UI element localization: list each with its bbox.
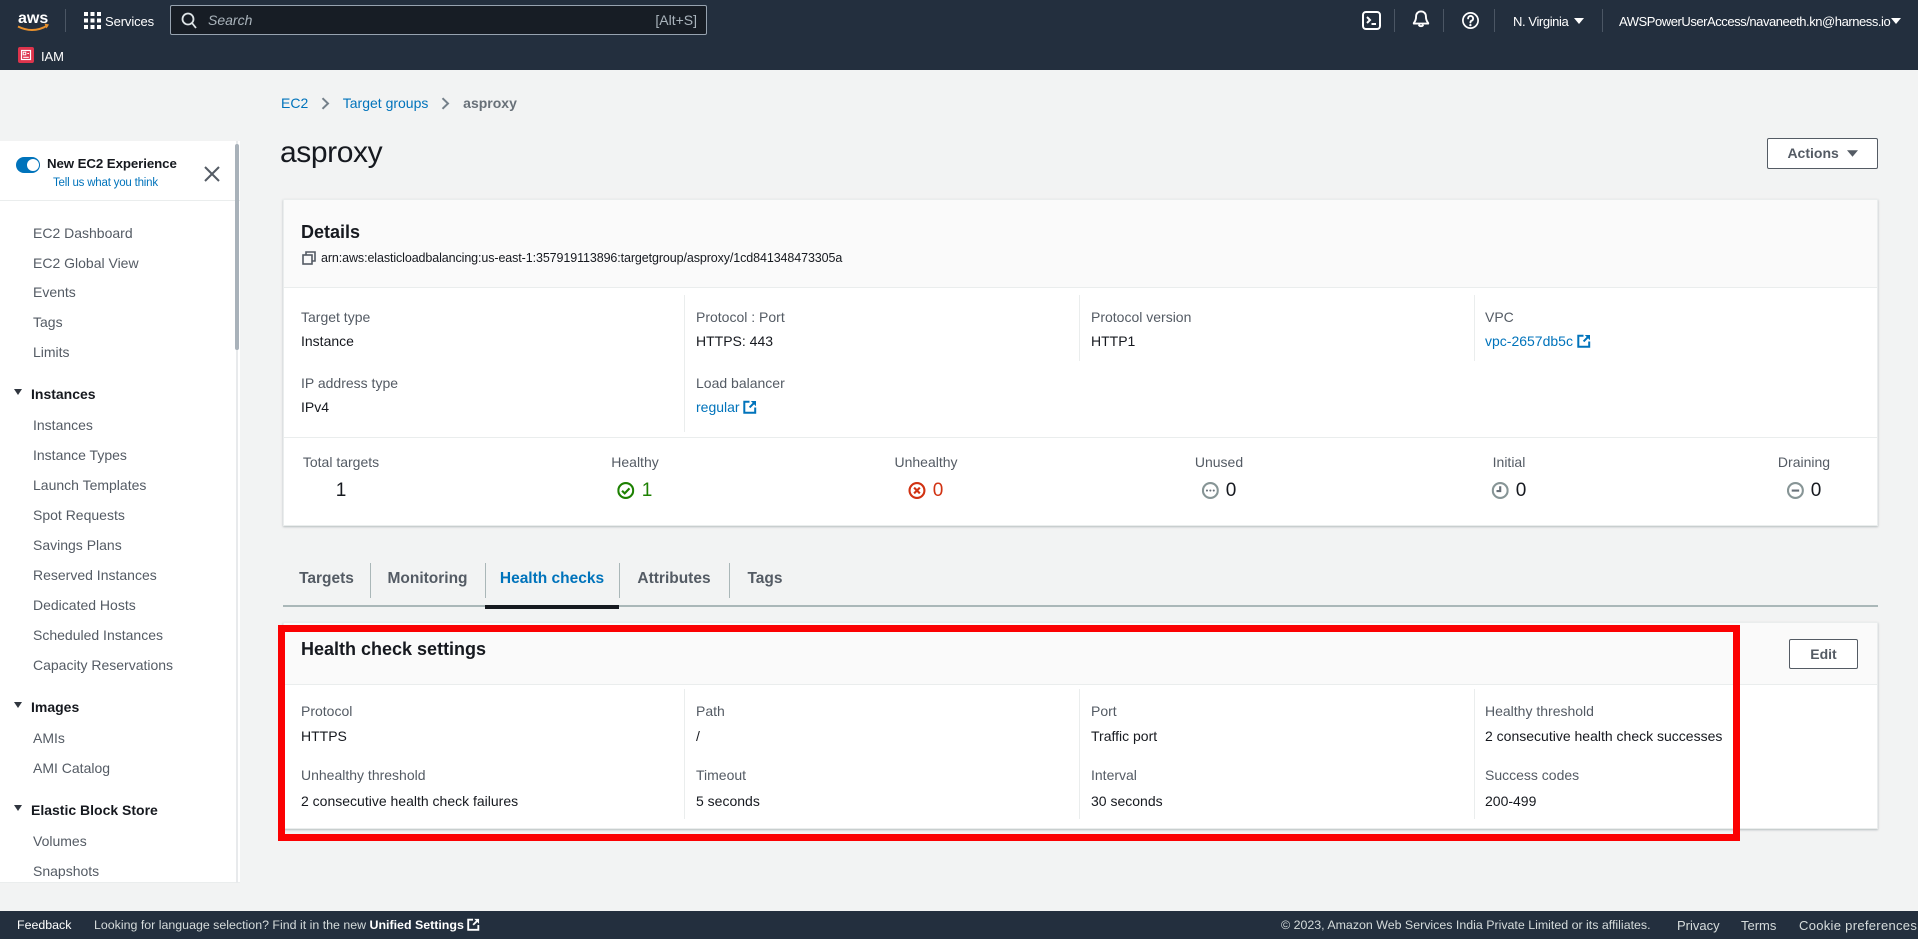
svg-text:aws: aws [18,10,48,27]
